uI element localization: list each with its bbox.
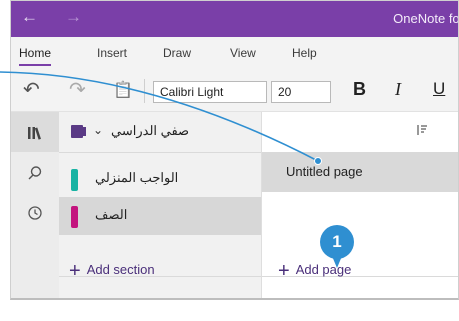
tab-home[interactable]: Home <box>19 46 52 66</box>
navigation-rail <box>11 112 59 298</box>
pages-pane: Untitled page + Add page <box>261 112 458 298</box>
sort-icon[interactable] <box>416 123 428 141</box>
pages-header <box>262 112 458 153</box>
page-item[interactable]: Untitled page <box>262 152 458 192</box>
font-name-box[interactable]: Calibri Light <box>153 81 267 103</box>
italic-button[interactable]: I <box>395 79 401 100</box>
section-item[interactable]: الواجب المنزلي <box>59 160 261 198</box>
bold-button[interactable]: B <box>353 79 366 100</box>
tab-insert[interactable]: Insert <box>97 46 127 60</box>
notebook-name: صفي الدراسي <box>111 123 190 138</box>
title-bar: ← → OneNote for <box>11 1 458 37</box>
tab-view[interactable]: View <box>230 46 256 60</box>
ribbon-toolbar: ↶ ↷ 📋 Calibri Light 20 B I U <box>11 69 458 112</box>
notebook-icon <box>71 125 86 138</box>
undo-icon[interactable]: ↶ <box>23 77 40 102</box>
back-arrow-icon[interactable]: ← <box>21 7 38 27</box>
notebooks-icon[interactable] <box>11 112 59 152</box>
tab-help[interactable]: Help <box>292 46 317 60</box>
underline-button[interactable]: U <box>433 79 445 99</box>
ribbon-tabs: Home Insert Draw View Help <box>11 37 458 69</box>
step-number-badge: 1 <box>320 225 354 268</box>
sections-pane: ⌄ صفي الدراسي الواجب المنزلي الصف + Add s… <box>59 112 261 298</box>
notebook-header[interactable]: ⌄ صفي الدراسي <box>59 112 261 153</box>
redo-icon[interactable]: ↷ <box>69 77 86 102</box>
section-label: الواجب المنزلي <box>95 170 179 185</box>
section-color-tab <box>71 206 78 228</box>
paste-icon[interactable]: 📋 <box>113 80 133 100</box>
section-label: الصف <box>95 207 128 222</box>
add-page-label: Add page <box>295 262 352 277</box>
chevron-down-icon[interactable]: ⌄ <box>93 123 103 137</box>
add-section-button[interactable]: + Add section <box>69 260 155 283</box>
page-title: Untitled page <box>286 164 363 179</box>
tab-draw[interactable]: Draw <box>163 46 191 60</box>
section-item-selected[interactable]: الصف <box>59 197 261 235</box>
forward-arrow-icon[interactable]: → <box>65 7 82 27</box>
plus-icon: + <box>69 260 81 282</box>
font-size-box[interactable]: 20 <box>271 81 331 103</box>
section-color-tab <box>71 169 78 191</box>
add-section-label: Add section <box>86 262 155 277</box>
onenote-window: ← → OneNote for Home Insert Draw View He… <box>10 0 459 300</box>
search-icon[interactable] <box>11 152 59 192</box>
app-title: OneNote for <box>393 11 459 26</box>
plus-icon: + <box>278 260 290 282</box>
recent-clock-icon[interactable] <box>11 192 59 232</box>
toolbar-divider <box>144 79 145 103</box>
